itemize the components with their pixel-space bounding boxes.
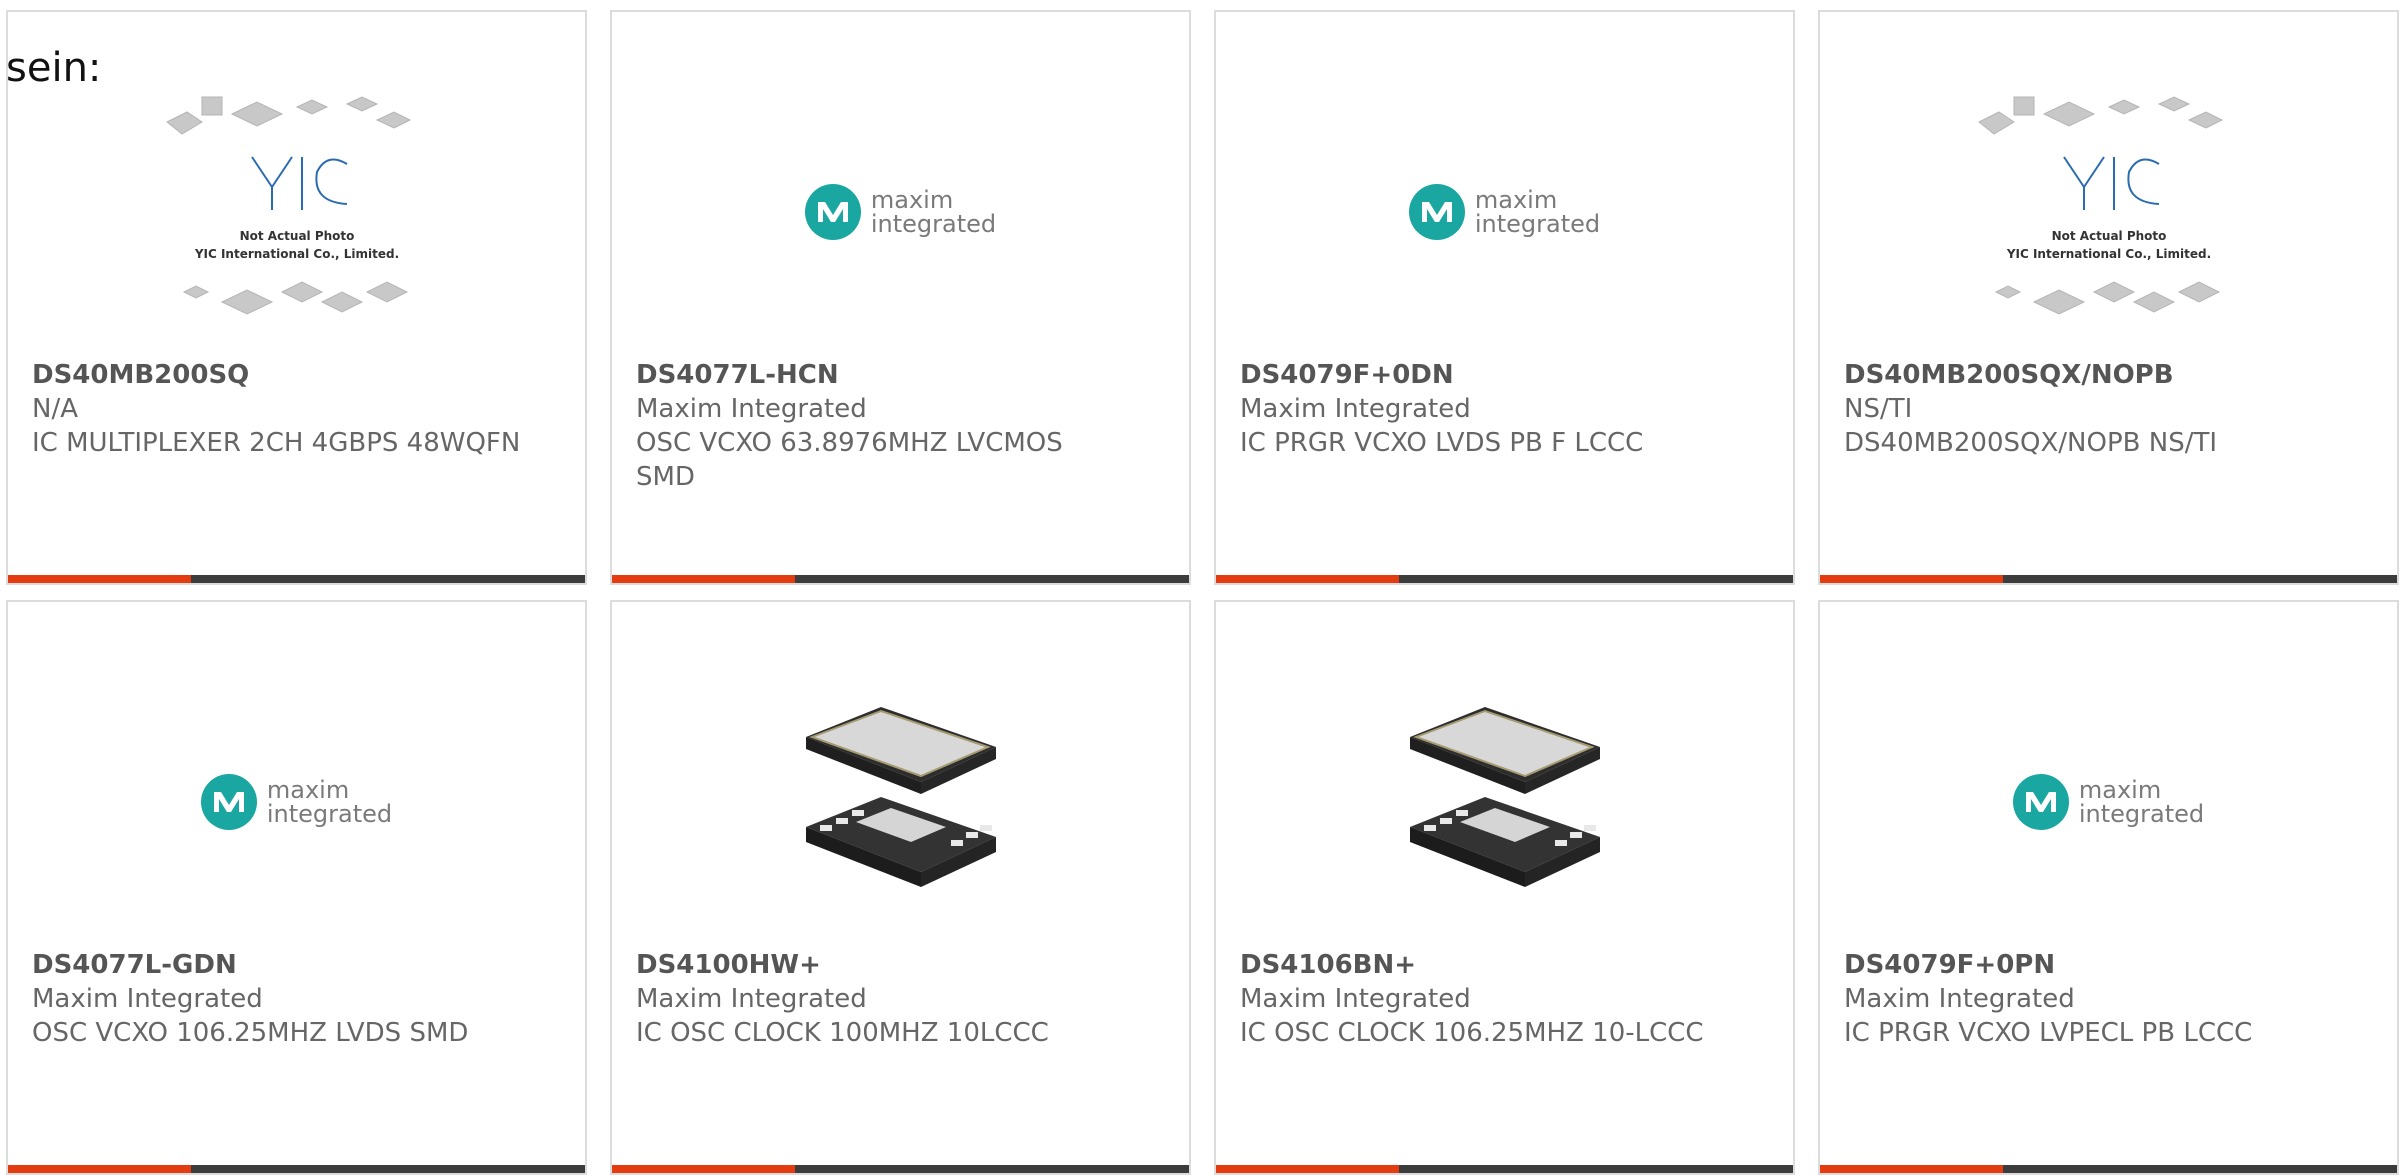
yic-line2: YIC International Co., Limited. — [193, 247, 398, 261]
manufacturer: Maxim Integrated — [1240, 394, 1471, 424]
bar-accent — [8, 1165, 191, 1173]
yic-placeholder-image: Not Actual Photo YIC International Co., … — [1977, 96, 2223, 315]
bar-accent — [8, 575, 191, 583]
bar-accent — [1216, 575, 1399, 583]
bar-accent — [612, 575, 795, 583]
part-number[interactable]: DS4100HW+ — [636, 948, 1129, 982]
product-card[interactable]: Not Actual Photo YIC International Co., … — [6, 10, 587, 585]
description: DS40MB200SQX/NOPB NS/TI — [1844, 428, 2218, 458]
intro-text: sein: — [6, 45, 102, 91]
maxim-word2: integrated — [266, 800, 393, 828]
part-number[interactable]: DS4079F+0DN — [1240, 358, 1733, 392]
manufacturer: Maxim Integrated — [636, 394, 867, 424]
maxim-word2: integrated — [1474, 210, 1601, 238]
manufacturer: N/A — [32, 394, 78, 424]
chip-photo-image — [1409, 707, 1600, 887]
yic-line2: YIC International Co., Limited. — [2005, 247, 2210, 261]
description: OSC VCXO 63.8976MHZ LVCMOS SMD — [636, 428, 1063, 492]
product-image[interactable]: maxim integrated — [612, 72, 1189, 352]
description: IC OSC CLOCK 106.25MHZ 10-LCCC — [1240, 1018, 1704, 1048]
product-card[interactable]: DS4106BN+ Maxim Integrated IC OSC CLOCK … — [1214, 600, 1795, 1175]
chip-photo-image — [805, 707, 996, 887]
maxim-word1: maxim — [870, 186, 954, 214]
manufacturer: NS/TI — [1844, 394, 1913, 424]
yic-line1: Not Actual Photo — [2051, 229, 2166, 243]
part-number[interactable]: DS40MB200SQ — [32, 358, 525, 392]
card-bottom-bar — [1820, 1165, 2397, 1173]
manufacturer: Maxim Integrated — [636, 984, 867, 1014]
description: OSC VCXO 106.25MHZ LVDS SMD — [32, 1018, 469, 1048]
product-card[interactable]: Not Actual Photo YIC International Co., … — [1818, 10, 2399, 585]
manufacturer: Maxim Integrated — [32, 984, 263, 1014]
product-image[interactable]: Not Actual Photo YIC International Co., … — [8, 72, 585, 352]
part-number[interactable]: DS40MB200SQX/NOPB — [1844, 358, 2337, 392]
maxim-logo: maxim integrated — [1408, 184, 1601, 240]
maxim-logo: maxim integrated — [200, 774, 393, 830]
maxim-mark-icon — [804, 184, 861, 240]
product-image[interactable] — [1216, 662, 1793, 942]
yic-line1: Not Actual Photo — [239, 229, 354, 243]
maxim-word2: integrated — [870, 210, 997, 238]
maxim-word1: maxim — [2078, 776, 2162, 804]
maxim-mark-icon — [2012, 774, 2069, 830]
yic-placeholder-image: Not Actual Photo YIC International Co., … — [165, 96, 411, 315]
description: IC PRGR VCXO LVPECL PB LCCC — [1844, 1018, 2253, 1048]
maxim-logo: maxim integrated — [2012, 774, 2205, 830]
part-number[interactable]: DS4106BN+ — [1240, 948, 1733, 982]
description: IC OSC CLOCK 100MHZ 10LCCC — [636, 1018, 1049, 1048]
product-image[interactable]: maxim integrated — [1216, 72, 1793, 352]
card-bottom-bar — [8, 575, 585, 583]
part-number[interactable]: DS4079F+0PN — [1844, 948, 2337, 982]
card-bottom-bar — [8, 1165, 585, 1173]
card-bottom-bar — [1216, 1165, 1793, 1173]
product-card[interactable]: maxim integrated DS4079F+0DN Maxim Integ… — [1214, 10, 1795, 585]
part-number[interactable]: DS4077L-HCN — [636, 358, 1129, 392]
product-card[interactable]: maxim integrated DS4079F+0PN Maxim Integ… — [1818, 600, 2399, 1175]
bar-accent — [1820, 1165, 2003, 1173]
manufacturer: Maxim Integrated — [1844, 984, 2075, 1014]
card-bottom-bar — [1216, 575, 1793, 583]
part-number[interactable]: DS4077L-GDN — [32, 948, 525, 982]
maxim-word2: integrated — [2078, 800, 2205, 828]
manufacturer: Maxim Integrated — [1240, 984, 1471, 1014]
product-image[interactable]: Not Actual Photo YIC International Co., … — [1820, 72, 2397, 352]
card-bottom-bar — [1820, 575, 2397, 583]
maxim-word1: maxim — [266, 776, 350, 804]
bar-accent — [612, 1165, 795, 1173]
bar-accent — [1820, 575, 2003, 583]
bar-accent — [1216, 1165, 1399, 1173]
product-image[interactable]: maxim integrated — [1820, 662, 2397, 942]
description: IC PRGR VCXO LVDS PB F LCCC — [1240, 428, 1644, 458]
description: IC MULTIPLEXER 2CH 4GBPS 48WQFN — [32, 428, 521, 458]
product-card[interactable]: maxim integrated DS4077L-GDN Maxim Integ… — [6, 600, 587, 1175]
maxim-logo: maxim integrated — [804, 184, 997, 240]
card-bottom-bar — [612, 1165, 1189, 1173]
maxim-word1: maxim — [1474, 186, 1558, 214]
product-image[interactable] — [612, 662, 1189, 942]
product-card[interactable]: DS4100HW+ Maxim Integrated IC OSC CLOCK … — [610, 600, 1191, 1175]
product-card[interactable]: maxim integrated DS4077L-HCN Maxim Integ… — [610, 10, 1191, 585]
maxim-mark-icon — [1408, 184, 1465, 240]
product-image[interactable]: maxim integrated — [8, 662, 585, 942]
maxim-mark-icon — [200, 774, 257, 830]
card-bottom-bar — [612, 575, 1189, 583]
